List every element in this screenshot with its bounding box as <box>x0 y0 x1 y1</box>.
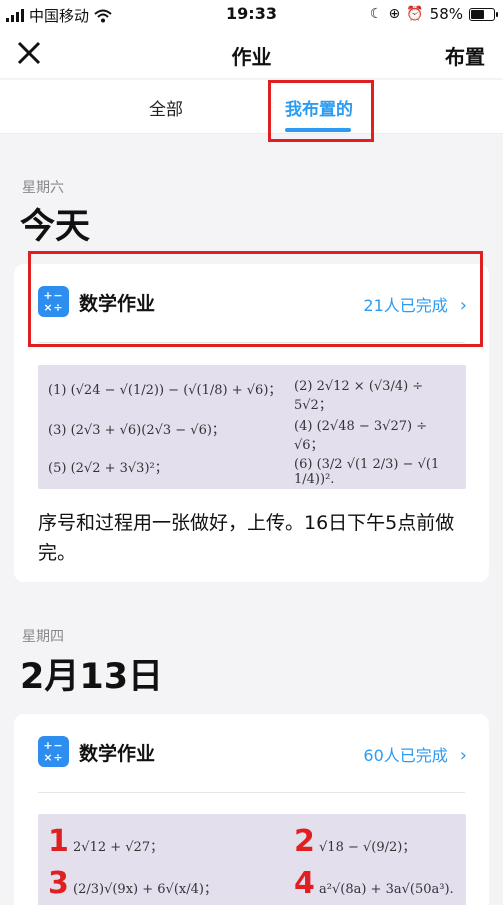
tab-my-assigned[interactable]: 我布置的 <box>285 95 353 120</box>
homework-image: 1 2√12 + √27； 2 √18 − √(9/2)； 3 (2/3)√(9… <box>38 814 466 905</box>
calculator-icon: +− ×÷ <box>38 286 69 317</box>
moon-icon: ☾ <box>369 6 383 22</box>
problem-number: 4 <box>294 866 315 901</box>
homework-description: 序号和过程用一张做好，上传。16日下午5点前做完。 <box>38 512 455 564</box>
alarm-icon: ⏰ <box>406 6 424 22</box>
battery-icon <box>469 7 498 21</box>
card-title: 数学作业 <box>79 743 156 765</box>
homework-image: (1) (√24 − √(1/2)) − (√(1/8) + √6)； (2) … <box>38 365 466 489</box>
problem-number: 2 <box>294 824 315 859</box>
completion-status[interactable]: 21人已完成 › <box>363 292 467 316</box>
problem-number: (3) <box>48 423 67 438</box>
section-weekday: 星期六 <box>22 180 64 196</box>
problem-number: (4) <box>294 419 313 434</box>
card-title: 数学作业 <box>79 293 156 315</box>
problem-item: (3) (2√3 + √6)(2√3 − √6)； <box>48 419 225 438</box>
close-icon[interactable] <box>14 38 44 68</box>
problem-item: (4) (2√48 − 3√27) ÷ √6； <box>294 419 458 453</box>
section-date: 今天 <box>20 207 91 247</box>
problem-item: (2) 2√12 × (√3/4) ÷ 5√2； <box>294 379 458 413</box>
problem-number: (2) <box>294 379 313 394</box>
status-right: ☾ ⊕ ⏰ 58% <box>369 5 498 23</box>
problem-expression: (2√2 + 3√3)²； <box>70 461 168 476</box>
problem-item: 1 2√12 + √27； <box>48 824 163 859</box>
status-bar: 中国移动 19:33 ☾ ⊕ ⏰ 58% <box>0 0 503 30</box>
homework-card[interactable]: +− ×÷ 数学作业 60人已完成 › 1 2√12 + √27； 2 √18 − … <box>14 714 489 905</box>
section-weekday: 星期四 <box>22 629 64 645</box>
problem-item: 2 √18 − √(9/2)； <box>294 824 415 859</box>
nav-bar: 作业 布置 <box>0 30 503 78</box>
homework-card[interactable]: +− ×÷ 数学作业 21人已完成 › (1) (√24 − √(1/2)) − (… <box>14 264 489 582</box>
problem-number: (6) <box>294 457 313 472</box>
problem-expression: (2/3)√(9x) + 6√(x/4)； <box>73 882 217 897</box>
problem-number: (5) <box>48 461 67 476</box>
problem-item: 4 a²√(8a) + 3a√(50a³). <box>294 866 454 901</box>
completion-count: 60人已完成 <box>363 746 448 765</box>
calculator-icon: +− ×÷ <box>38 736 69 767</box>
problem-item: 3 (2/3)√(9x) + 6√(x/4)； <box>48 866 217 901</box>
completion-status[interactable]: 60人已完成 › <box>363 742 467 766</box>
tab-all[interactable]: 全部 <box>149 95 183 120</box>
battery-percent: 58% <box>429 5 463 23</box>
section-date: 2月13日 <box>20 657 164 697</box>
page-title: 作业 <box>231 45 272 69</box>
problem-expression: 2√12 + √27； <box>73 840 164 855</box>
chevron-right-icon: › <box>459 295 467 316</box>
divider <box>38 342 465 343</box>
divider <box>38 792 465 793</box>
problem-item: (6) (3/2 √(1 2/3) − √(1 1/4))². <box>294 457 458 487</box>
problem-expression: 2√12 × (√3/4) ÷ 5√2； <box>294 379 424 413</box>
problem-expression: (3/2 √(1 2/3) − √(1 1/4))². <box>294 457 440 487</box>
problem-expression: √18 − √(9/2)； <box>319 840 416 855</box>
card-header[interactable]: +− ×÷ 数学作业 21人已完成 › <box>14 264 489 342</box>
problem-item: (5) (2√2 + 3√3)²； <box>48 457 168 476</box>
problem-expression: (√24 − √(1/2)) − (√(1/8) + √6)； <box>70 383 282 398</box>
problem-expression: (2√48 − 3√27) ÷ √6； <box>294 419 428 453</box>
problem-number: (1) <box>48 383 67 398</box>
assign-button[interactable]: 布置 <box>445 41 485 70</box>
tab-bar: 全部 我布置的 <box>0 80 503 134</box>
card-header[interactable]: +− ×÷ 数学作业 60人已完成 › <box>14 714 489 792</box>
problem-expression: (2√3 + √6)(2√3 − √6)； <box>70 423 225 438</box>
problem-item: (1) (√24 − √(1/2)) − (√(1/8) + √6)； <box>48 379 281 398</box>
problem-number: 3 <box>48 866 69 901</box>
rotation-lock-icon: ⊕ <box>388 6 401 22</box>
problem-expression: a²√(8a) + 3a√(50a³). <box>319 882 454 897</box>
problem-number: 1 <box>48 824 69 859</box>
chevron-right-icon: › <box>459 745 467 766</box>
active-tab-indicator <box>285 128 351 132</box>
completion-count: 21人已完成 <box>363 296 448 315</box>
